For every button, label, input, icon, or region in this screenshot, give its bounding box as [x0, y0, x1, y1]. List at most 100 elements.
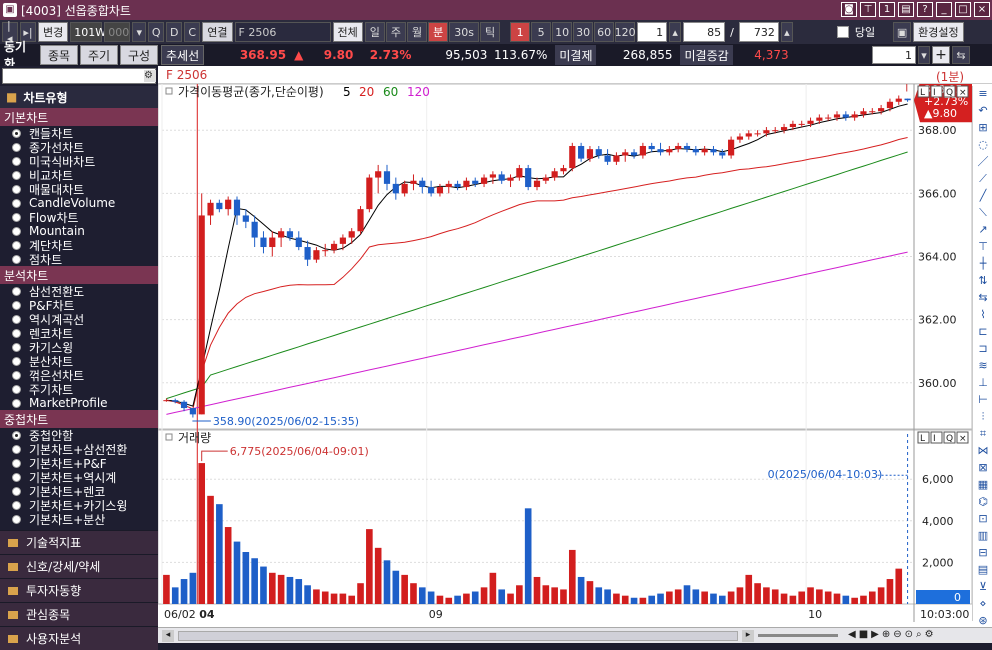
chart-type-option[interactable]: 렌코차트	[0, 326, 158, 341]
screen-link-icon[interactable]: ◙	[841, 2, 857, 17]
drawing-tool-icon[interactable]: ≋	[975, 359, 991, 373]
drawing-tool-icon[interactable]: ⋄	[975, 597, 991, 611]
change-button[interactable]: 변경	[38, 22, 69, 42]
drawing-tool-icon[interactable]: ▥	[975, 529, 991, 543]
period-button[interactable]: 일	[364, 22, 385, 42]
add-chart-icon[interactable]: +	[932, 46, 950, 64]
prev-code-icon[interactable]: C	[184, 22, 201, 42]
period-button[interactable]: 주	[385, 22, 406, 42]
chart-type-option[interactable]: 역시계곡선	[0, 312, 158, 327]
folder-item[interactable]: 관심종목	[0, 602, 158, 626]
chart-type-header[interactable]: ■ 차트유형	[0, 86, 158, 108]
chart-type-option[interactable]: MarketProfile	[0, 396, 158, 410]
interval-field[interactable]: 1	[637, 22, 668, 42]
drawing-tool-icon[interactable]: ⊢	[975, 393, 991, 407]
folder-item[interactable]: 신호/강세/약세	[0, 554, 158, 578]
minute-button[interactable]: 30	[573, 22, 594, 42]
drawing-tool-icon[interactable]: ⟍	[975, 206, 991, 220]
drawing-tool-icon[interactable]: ⊏	[975, 325, 991, 339]
minimize-icon[interactable]: _	[936, 2, 952, 17]
chart-type-option[interactable]: 기본차트+분산	[0, 512, 158, 527]
layout-dropdown-icon[interactable]: ▾	[918, 46, 930, 64]
pin-icon[interactable]: ⊤	[860, 2, 876, 17]
scroll-thumb[interactable]	[178, 631, 738, 641]
chart-type-option[interactable]: Mountain	[0, 224, 158, 238]
period-button[interactable]: 월	[407, 22, 428, 42]
chart-canvas[interactable]: 368.00 366.00 364.00 362.00 360.00 06/02 04 09 1…	[158, 84, 972, 627]
chart-type-option[interactable]: 주기차트	[0, 382, 158, 397]
drawing-tool-icon[interactable]: ⊠	[975, 461, 991, 475]
close-icon[interactable]: ×	[974, 2, 990, 17]
drawing-tool-icon[interactable]: ⇅	[975, 274, 991, 288]
next-code-icon[interactable]: D	[166, 22, 183, 42]
folder-item[interactable]: 기술적지표	[0, 530, 158, 554]
drawing-tool-icon[interactable]: ▤	[975, 563, 991, 577]
drawing-tool-icon[interactable]: ▦	[975, 478, 991, 492]
drawing-tool-icon[interactable]: ⊡	[975, 512, 991, 526]
trend-button[interactable]: 추세선	[161, 45, 205, 65]
play-forward-icon[interactable]: ▶	[871, 629, 879, 640]
chart-type-option[interactable]: 점차트	[0, 252, 158, 267]
play-back-icon[interactable]: ◀	[848, 629, 856, 640]
drawing-tool-icon[interactable]: ⊐	[975, 342, 991, 356]
chart-type-option[interactable]: 매물대차트	[0, 182, 158, 197]
chart-type-option[interactable]: 카기스윙	[0, 340, 158, 355]
chart-type-option[interactable]: 계단차트	[0, 238, 158, 253]
settings-button[interactable]: 환경설정	[913, 22, 964, 42]
horizontal-scrollbar[interactable]: ◂ ▸ ◀ ■ ▶ ⊕ ⊖ ⊙ ⌕ ⚙	[158, 627, 992, 643]
folder-item[interactable]: 사용자분석	[0, 626, 158, 650]
drawing-tool-icon[interactable]: ⊟	[975, 546, 991, 560]
instrument-field[interactable]: F 2506	[234, 22, 331, 42]
link-button[interactable]: 연결	[202, 22, 233, 42]
minute-button[interactable]: 1	[510, 22, 531, 42]
drawing-tool-icon[interactable]: ⌬	[975, 495, 991, 509]
all-button[interactable]: 전체	[332, 22, 363, 42]
count-total-field[interactable]: 732	[738, 22, 779, 42]
chart-type-option[interactable]: Flow차트	[0, 210, 158, 225]
zoom-fit-icon[interactable]: ⊙	[905, 629, 913, 640]
drawing-tool-icon[interactable]: ↗	[975, 223, 991, 237]
quote-tab[interactable]: 구성	[120, 45, 158, 65]
drawing-tool-icon[interactable]: ⌗	[975, 427, 991, 441]
drawing-tool-icon[interactable]: ／	[975, 155, 991, 169]
period-button[interactable]: 30s	[449, 22, 479, 42]
drawing-tool-icon[interactable]: ⇆	[975, 291, 991, 305]
quote-tab[interactable]: 주기	[80, 45, 118, 65]
drawing-tool-icon[interactable]: ⋈	[975, 444, 991, 458]
drawing-tool-icon[interactable]: ╱	[975, 189, 991, 203]
drawing-tool-icon[interactable]: ⌇	[975, 308, 991, 322]
code-suffix[interactable]: 000	[104, 22, 131, 42]
drawing-tool-icon[interactable]: ≡	[975, 87, 991, 101]
chart-type-option[interactable]: 미국식바차트	[0, 154, 158, 169]
chart-area[interactable]: F 2506 (1분) 368.00 366.00 364.00 362.00 360.…	[158, 66, 992, 644]
period-button[interactable]: 분	[428, 22, 449, 42]
interval-spin-icon[interactable]: ▴	[669, 22, 682, 42]
search-icon[interactable]: Q	[148, 22, 165, 42]
sidebar-search-input[interactable]	[2, 68, 156, 84]
drawing-tool-icon[interactable]: ┼	[975, 257, 991, 271]
zoom-out-icon[interactable]: ⊖	[893, 629, 901, 640]
minute-button[interactable]: 5	[531, 22, 552, 42]
minute-button[interactable]: 120	[615, 22, 636, 42]
scroll-right-icon[interactable]: ▸	[742, 630, 754, 642]
count-shown-field[interactable]: 85	[683, 22, 726, 42]
period-button[interactable]: 틱	[479, 22, 501, 42]
drawing-tool-icon[interactable]: ⟋	[975, 172, 991, 186]
drawing-tool-icon[interactable]: ⊥	[975, 376, 991, 390]
zoom-slider[interactable]	[758, 634, 838, 637]
help-icon[interactable]: ?	[917, 2, 933, 17]
folder-item[interactable]: 투자자동향	[0, 578, 158, 602]
quote-tab[interactable]: 종목	[40, 45, 78, 65]
sidebar-search-icon[interactable]: ⚙	[144, 70, 156, 82]
find-icon[interactable]: ⌕	[916, 629, 922, 640]
code-field[interactable]: 101W6	[70, 22, 113, 42]
scroll-left-icon[interactable]: ◂	[162, 630, 174, 642]
swap-icon[interactable]: ⇆	[952, 46, 970, 64]
tile-icon[interactable]: ▤	[898, 2, 914, 17]
maximize-icon[interactable]: □	[955, 2, 971, 17]
zoom-in-icon[interactable]: ⊕	[882, 629, 890, 640]
minute-button[interactable]: 60	[594, 22, 615, 42]
gear-icon[interactable]: ⚙	[925, 629, 934, 640]
stop-icon[interactable]: ■	[859, 629, 868, 640]
today-checkbox[interactable]	[836, 26, 849, 38]
